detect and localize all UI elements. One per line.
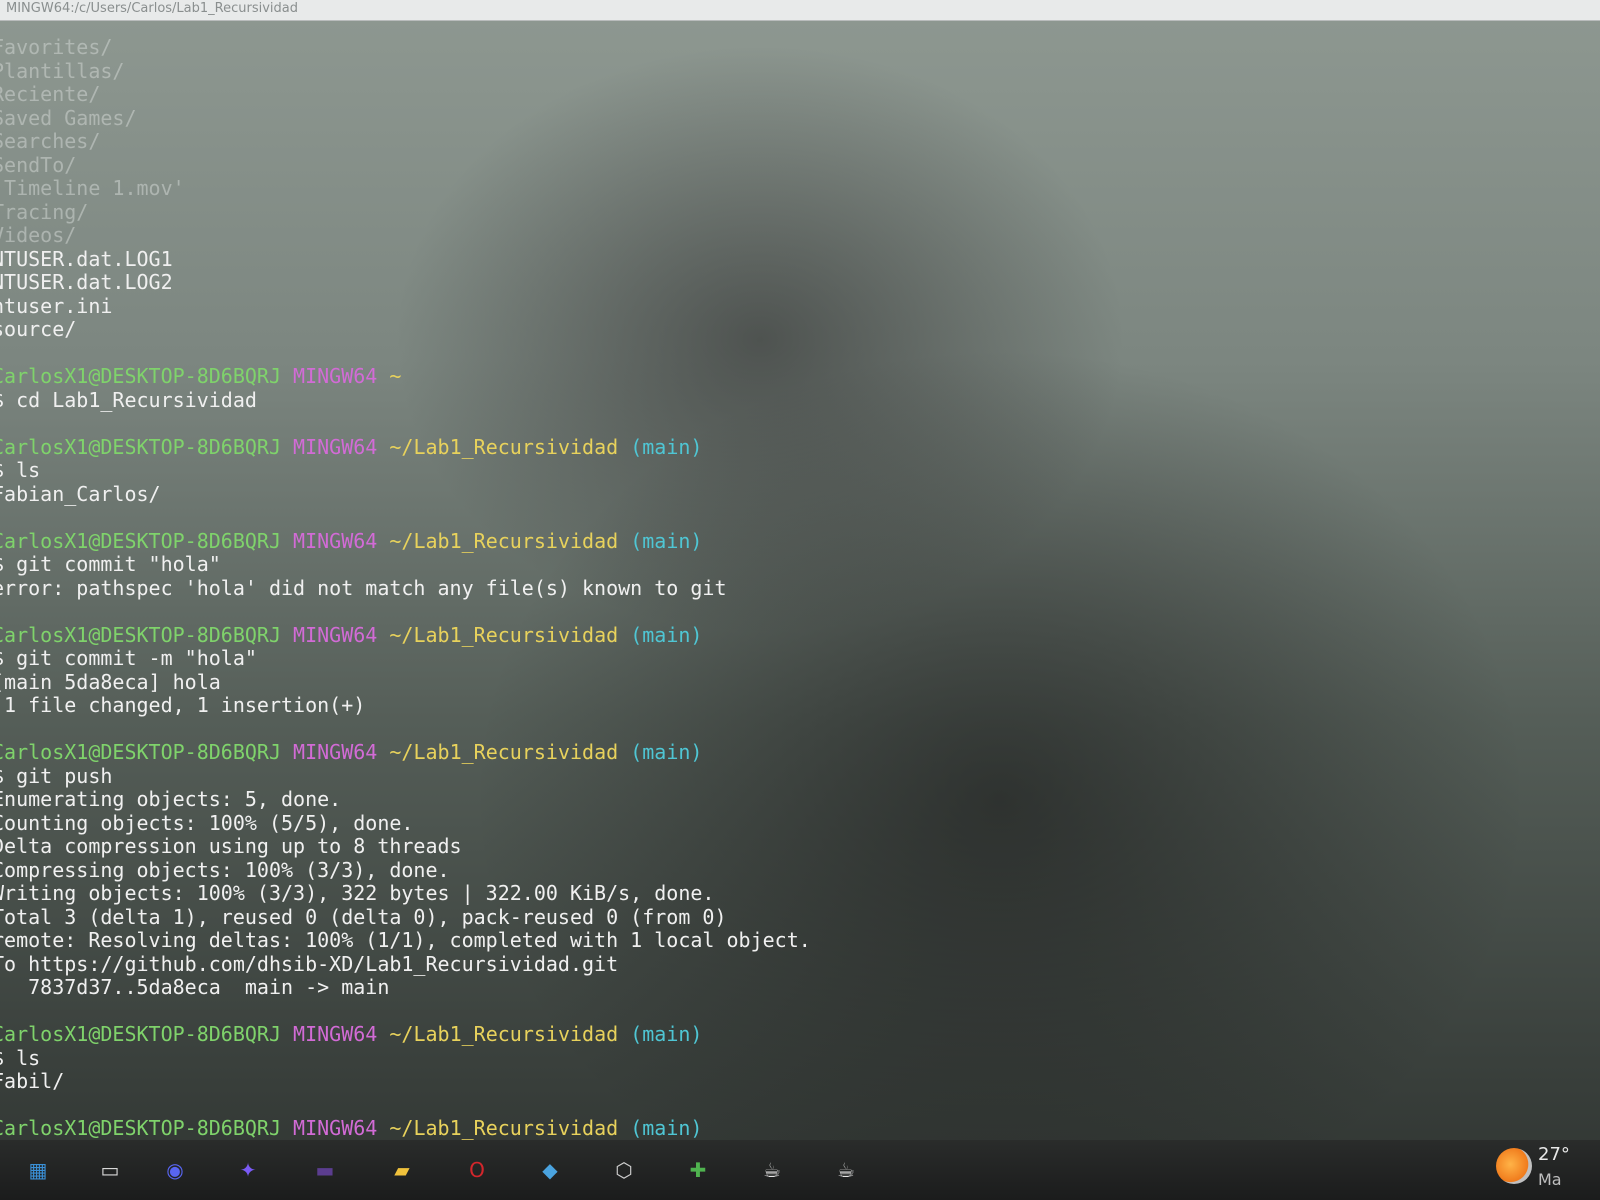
terminal-output-line: Fabil/ bbox=[0, 1069, 65, 1093]
terminal-output-line: $ git commit -m "hola" bbox=[0, 646, 257, 670]
terminal-output-line: [main 5da8eca] hola bbox=[0, 669, 221, 694]
terminal-prompt-line: CarlosX1@DESKTOP-8D6BQRJ MINGW64 ~/Lab1_… bbox=[0, 1116, 1192, 1141]
terminal-output-line: Enumerating objects: 5, done. bbox=[0, 787, 342, 811]
opera-icon[interactable]: O bbox=[457, 1150, 497, 1190]
folder-icon[interactable]: ▰ bbox=[382, 1150, 422, 1190]
prompt-branch: (main) bbox=[630, 740, 703, 764]
terminal-output-line: Saved Games/ bbox=[0, 105, 137, 130]
prompt-user-host: CarlosX1@DESKTOP-8D6BQRJ bbox=[0, 1116, 281, 1140]
prompt-branch: (main) bbox=[630, 1116, 703, 1140]
app-icon[interactable]: ▬ bbox=[305, 1150, 345, 1190]
prompt-system: MINGW64 bbox=[293, 364, 378, 388]
terminal-prompt-line: CarlosX1@DESKTOP-8D6BQRJ MINGW64 ~/Lab1_… bbox=[0, 528, 1192, 554]
terminal-output-line: NTUSER.dat.LOG2 bbox=[0, 270, 173, 294]
prompt-user-host: CarlosX1@DESKTOP-8D6BQRJ bbox=[0, 434, 281, 459]
terminal-output-line: NTUSER.dat.LOG1 bbox=[0, 246, 173, 271]
prompt-path: ~/Lab1_Recursividad bbox=[389, 622, 619, 647]
prompt-path: ~/Lab1_Recursividad bbox=[389, 528, 619, 553]
copilot-icon[interactable]: ✦ bbox=[228, 1150, 268, 1190]
prompt-system: MINGW64 bbox=[293, 1022, 378, 1046]
weather-label: Ma bbox=[1538, 1170, 1562, 1189]
weather-temperature: 27° bbox=[1538, 1144, 1570, 1165]
terminal-prompt-line: CarlosX1@DESKTOP-8D6BQRJ MINGW64 ~/Lab1_… bbox=[0, 434, 1192, 460]
terminal-output-line: Reciente/ bbox=[0, 82, 101, 106]
prompt-system: MINGW64 bbox=[293, 622, 378, 647]
terminal-output-line: Videos/ bbox=[0, 223, 77, 247]
file-icon[interactable]: ▭ bbox=[90, 1150, 130, 1190]
cube-icon[interactable]: ◆ bbox=[530, 1150, 570, 1190]
terminal-output-line: 'Timeline 1.mov' bbox=[0, 176, 185, 200]
terminal-output-line: remote: Resolving deltas: 100% (1/1), co… bbox=[0, 928, 811, 952]
tool-icon[interactable]: ✚ bbox=[678, 1150, 718, 1190]
terminal-output-line: 7837d37..5da8eca main -> main bbox=[0, 975, 390, 999]
weather-widget[interactable]: 27° Ma bbox=[1490, 1140, 1600, 1200]
prompt-system: MINGW64 bbox=[293, 434, 378, 459]
prompt-path: ~/Lab1_Recursividad bbox=[389, 740, 619, 764]
terminal-output-line: error: pathspec 'hola' did not match any… bbox=[0, 575, 727, 600]
prompt-system: MINGW64 bbox=[293, 1116, 378, 1140]
prompt-user-host: CarlosX1@DESKTOP-8D6BQRJ bbox=[0, 1022, 281, 1046]
window-title: MINGW64:/c/Users/Carlos/Lab1_Recursivida… bbox=[6, 1, 298, 16]
prompt-path: ~ bbox=[389, 364, 402, 388]
prompt-user-host: CarlosX1@DESKTOP-8D6BQRJ bbox=[0, 740, 281, 764]
terminal-prompt-line: CarlosX1@DESKTOP-8D6BQRJ MINGW64 ~/Lab1_… bbox=[0, 740, 1192, 765]
terminal-output-line: Searches/ bbox=[0, 129, 101, 153]
terminal-prompt-line: CarlosX1@DESKTOP-8D6BQRJ MINGW64 ~/Lab1_… bbox=[0, 622, 1192, 648]
terminal-output-line: $ cd Lab1_Recursividad bbox=[0, 387, 257, 412]
terminal-output-line: Tracing/ bbox=[0, 199, 89, 224]
discord-icon[interactable]: ◉ bbox=[155, 1150, 195, 1190]
terminal-output-line: SendTo/ bbox=[0, 152, 77, 177]
terminal-output-line: Writing objects: 100% (3/3), 322 bytes |… bbox=[0, 881, 715, 905]
prompt-system: MINGW64 bbox=[293, 528, 378, 553]
terminal-output-line: Plantillas/ bbox=[0, 58, 125, 83]
window-titlebar[interactable]: MINGW64:/c/Users/Carlos/Lab1_Recursivida… bbox=[0, 0, 1600, 21]
start-icon[interactable]: ▦ bbox=[18, 1150, 58, 1190]
terminal-output-line: Favorites/ bbox=[0, 35, 113, 59]
terminal-output-line: $ git push bbox=[0, 763, 113, 788]
java-icon[interactable]: ☕ bbox=[752, 1150, 792, 1190]
prompt-user-host: CarlosX1@DESKTOP-8D6BQRJ bbox=[0, 528, 281, 553]
terminal-output-line: Delta compression using up to 8 threads bbox=[0, 834, 462, 858]
weather-icon bbox=[1496, 1148, 1532, 1184]
prompt-path: ~/Lab1_Recursividad bbox=[389, 1022, 619, 1046]
prompt-user-host: CarlosX1@DESKTOP-8D6BQRJ bbox=[0, 622, 281, 647]
taskbar: 27° Ma ▦ ▭ ◉ ✦ ▬ ▰ O ◆ ⬡ ✚ ☕ ☕ bbox=[0, 1140, 1600, 1200]
terminal-output-line: Compressing objects: 100% (3/3), done. bbox=[0, 857, 450, 882]
prompt-user-host: CarlosX1@DESKTOP-8D6BQRJ bbox=[0, 364, 281, 388]
prompt-branch: (main) bbox=[630, 622, 703, 647]
prompt-branch: (main) bbox=[630, 528, 703, 553]
prompt-path: ~/Lab1_Recursividad bbox=[389, 434, 619, 459]
prompt-branch: (main) bbox=[630, 1022, 703, 1046]
terminal-output-line: Counting objects: 100% (5/5), done. bbox=[0, 810, 414, 835]
terminal-output[interactable]: Favorites/Plantillas/Reciente/Saved Game… bbox=[0, 20, 1192, 1163]
prompt-system: MINGW64 bbox=[293, 740, 378, 764]
prompt-path: ~/Lab1_Recursividad bbox=[389, 1116, 619, 1140]
terminal-output-line: Total 3 (delta 1), reused 0 (delta 0), p… bbox=[0, 904, 727, 929]
prompt-branch: (main) bbox=[630, 434, 703, 459]
terminal-output-line: To https://github.com/dhsib-XD/Lab1_Recu… bbox=[0, 951, 619, 976]
screen: MINGW64:/c/Users/Carlos/Lab1_Recursivida… bbox=[0, 0, 1600, 1200]
terminal-output-line: source/ bbox=[0, 317, 77, 341]
terminal-output-line: $ ls bbox=[0, 458, 41, 482]
dice-icon[interactable]: ⬡ bbox=[604, 1150, 644, 1190]
terminal-prompt-line: CarlosX1@DESKTOP-8D6BQRJ MINGW64 ~/Lab1_… bbox=[0, 1022, 1192, 1047]
terminal-output-line: 1 file changed, 1 insertion(+) bbox=[0, 693, 366, 717]
terminal-output-line: $ git commit "hola" bbox=[0, 552, 221, 576]
java-icon-2[interactable]: ☕ bbox=[826, 1150, 866, 1190]
terminal-output-line: ntuser.ini bbox=[0, 293, 113, 318]
terminal-output-line: Fabian_Carlos/ bbox=[0, 481, 161, 506]
terminal-prompt-line: CarlosX1@DESKTOP-8D6BQRJ MINGW64 ~ bbox=[0, 364, 1192, 389]
terminal-output-line: $ ls bbox=[0, 1045, 41, 1070]
